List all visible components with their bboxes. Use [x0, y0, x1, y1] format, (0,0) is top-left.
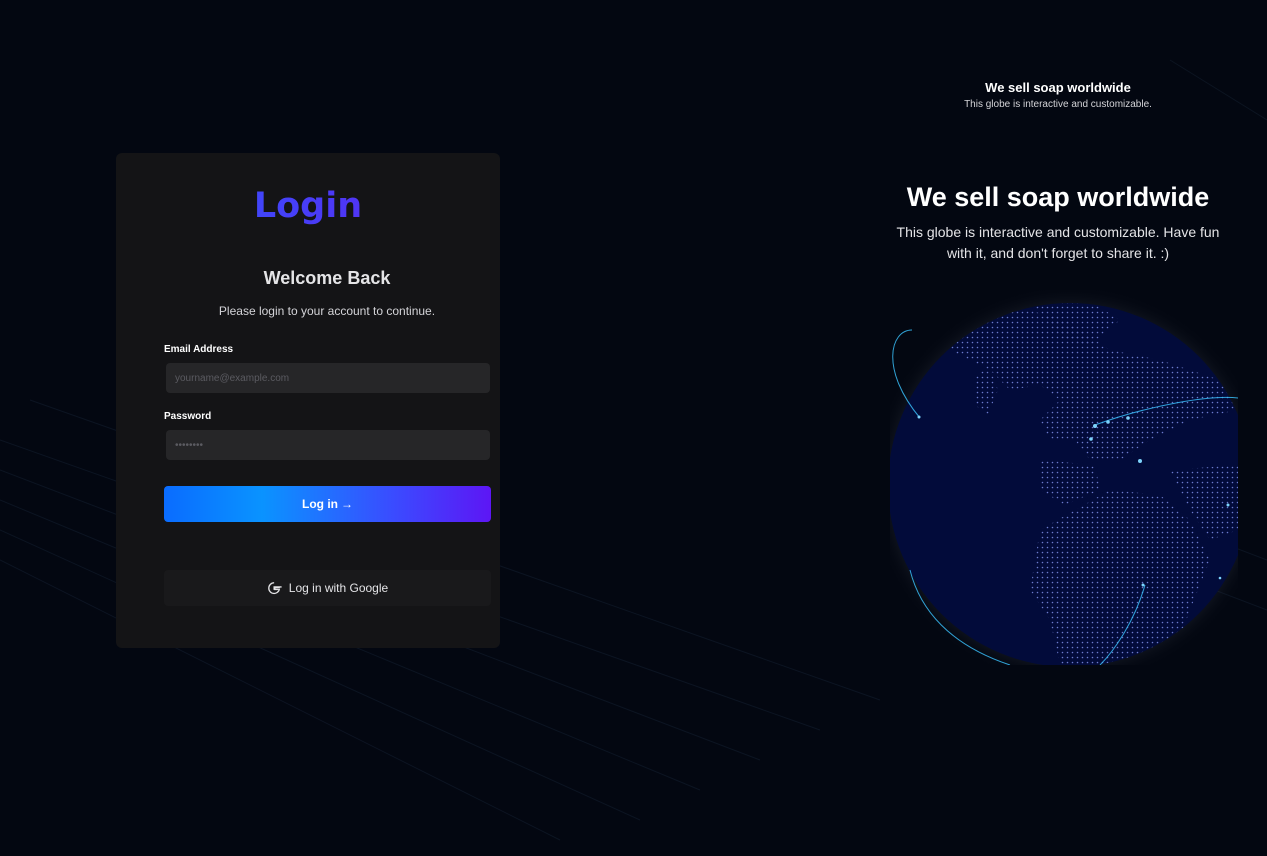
welcome-subtitle: Please login to your account to continue…	[218, 304, 436, 318]
email-field[interactable]	[166, 363, 490, 393]
globe[interactable]	[890, 290, 1238, 665]
hero-small-subtitle: This globe is interactive and customizab…	[964, 99, 1152, 110]
hero-small-title: We sell soap worldwide	[985, 80, 1131, 95]
password-field[interactable]	[166, 430, 490, 460]
email-label: Email Address	[164, 344, 234, 355]
google-icon	[267, 581, 282, 596]
login-logo: Login	[116, 185, 500, 227]
google-button-label: Log in with Google	[288, 581, 389, 595]
arrow-right-icon: →	[341, 497, 353, 511]
password-label: Password	[164, 411, 212, 422]
google-login-button[interactable]: Log in with Google	[164, 570, 491, 606]
login-page: Login Welcome Back Please login to your …	[0, 0, 1267, 856]
hero-title: We sell soap worldwide	[906, 182, 1210, 212]
login-card: Login Welcome Back Please login to your …	[116, 153, 500, 648]
welcome-heading: Welcome Back	[263, 268, 391, 288]
login-button-label: Log in	[302, 497, 338, 511]
login-button[interactable]: Log in →	[164, 486, 491, 522]
hero-subtitle: This globe is interactive and customizab…	[896, 224, 1220, 261]
